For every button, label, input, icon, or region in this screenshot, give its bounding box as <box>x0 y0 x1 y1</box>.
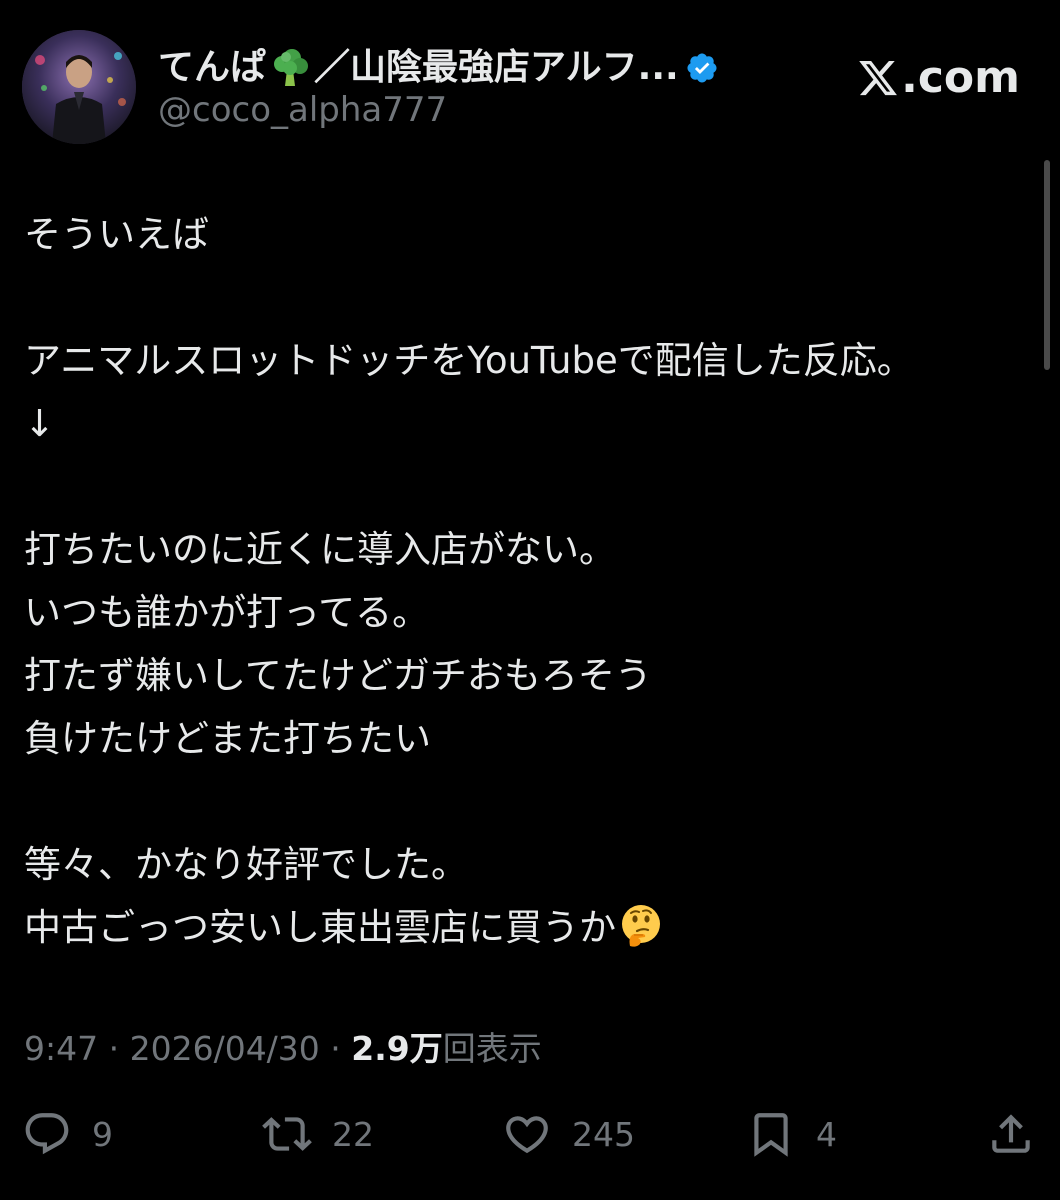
share-button[interactable] <box>986 1106 1036 1162</box>
retweet-count: 22 <box>332 1114 374 1154</box>
tweet-meta: 9:47 · 2026/04/30 · 2.9万回表示 <box>24 1026 542 1072</box>
tweet-time[interactable]: 9:47 <box>24 1029 98 1068</box>
meta-separator: · <box>98 1029 130 1068</box>
views-label: 回表示 <box>442 1029 542 1068</box>
avatar-photo <box>22 30 136 144</box>
tweet-text: そういえば アニマルスロットドッチをYouTubeで配信した反応。 ↓ 打ちたい… <box>24 203 1034 959</box>
tweet-line: 等々、かなり好評でした。 <box>24 843 468 886</box>
reply-count: 9 <box>92 1114 113 1154</box>
retweet-icon <box>262 1117 312 1151</box>
display-name[interactable]: てんぱ <box>158 42 266 94</box>
broccoli-icon <box>270 48 310 88</box>
heart-icon <box>506 1116 548 1154</box>
author-handle[interactable]: @coco_alpha777 <box>158 88 447 132</box>
views-count: 2.9万 <box>351 1029 443 1068</box>
thinking-face-icon <box>618 902 664 948</box>
tweet-date[interactable]: 2026/04/30 <box>130 1029 320 1068</box>
tweet-line-text: 中古ごっつ安いし東出雲店に買うか <box>24 906 616 949</box>
scrollbar[interactable] <box>1044 160 1050 370</box>
bookmark-icon <box>754 1113 788 1157</box>
meta-separator: · <box>319 1029 352 1068</box>
tweet-line: そういえば <box>24 213 209 256</box>
reply-button[interactable]: 9 <box>22 1106 113 1162</box>
tweet-line: いつも誰かが打ってる。 <box>24 591 430 634</box>
tweet-line: アニマルスロットドッチをYouTubeで配信した反応。 <box>24 339 914 382</box>
tweet-line: ↓ <box>24 402 56 445</box>
x-logo-icon <box>859 60 898 96</box>
display-name-row[interactable]: てんぱ ／山陰最強店アルフ... <box>158 42 719 94</box>
x-com-brand: .com <box>857 50 1020 106</box>
display-name-continued[interactable]: ／山陰最強店アルフ... <box>314 42 679 94</box>
tweet-line: 打たず嫌いしてたけどガチおもろそう <box>24 654 652 697</box>
like-button[interactable]: 245 <box>502 1106 635 1162</box>
bookmark-count: 4 <box>816 1114 837 1154</box>
tweet-line-last: 中古ごっつ安いし東出雲店に買うか <box>24 896 1034 959</box>
brand-domain-text: .com <box>901 52 1020 103</box>
retweet-button[interactable]: 22 <box>262 1106 374 1162</box>
tweet-line: 負けたけどまた打ちたい <box>24 717 431 760</box>
action-bar: 9 22 245 4 <box>0 1106 1060 1162</box>
tweet-line: 打ちたいのに近くに導入店がない。 <box>24 528 616 571</box>
avatar[interactable] <box>22 30 136 144</box>
like-count: 245 <box>572 1114 635 1154</box>
verified-badge-icon <box>687 53 717 83</box>
bookmark-button[interactable]: 4 <box>746 1106 837 1162</box>
reply-icon <box>25 1113 69 1155</box>
share-icon <box>992 1114 1030 1153</box>
